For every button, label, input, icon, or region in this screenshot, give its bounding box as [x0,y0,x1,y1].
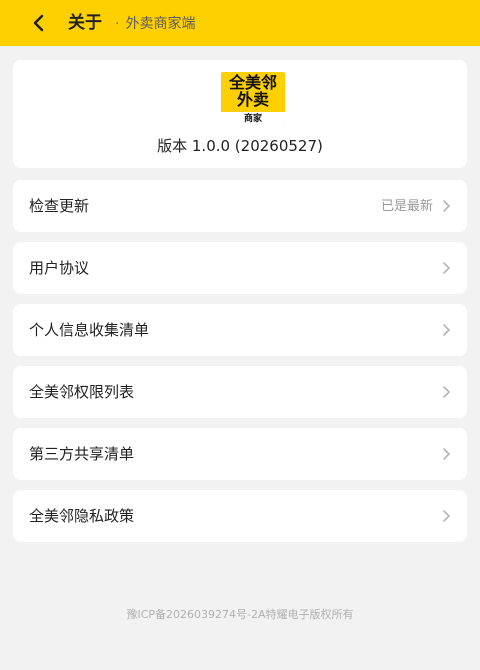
chevron-right-icon [443,386,450,398]
app-logo: 全美邻 外卖 商家 [221,72,285,126]
top-bar: 关于 · 外卖商家端 [0,0,480,46]
list-item-label: 全美邻权限列表 [29,383,135,401]
list-item-label: 个人信息收集清单 [29,321,150,339]
list-item-label: 全美邻隐私政策 [29,507,135,525]
list-item-label: 第三方共享清单 [29,445,135,463]
chevron-right-icon [443,262,450,274]
chevron-right-icon [443,200,450,212]
privacy-policy-item[interactable]: 全美邻隐私政策 [13,490,467,542]
third-party-sharing-item[interactable]: 第三方共享清单 [13,428,467,480]
list-item-label: 检查更新 [29,197,90,215]
personal-info-list-item[interactable]: 个人信息收集清单 [13,304,467,356]
separator-dot: · [115,16,120,32]
about-card: 全美邻 外卖 商家 版本 1.0.0 (20260527) [13,60,467,168]
page-subtitle: · 外卖商家端 [115,13,195,35]
chevron-left-icon [33,14,44,32]
check-update-item[interactable]: 检查更新 已是最新 [13,180,467,232]
subtitle-text: 外卖商家端 [125,16,196,32]
page-title: 关于 [68,13,102,33]
back-button[interactable] [28,12,50,34]
version-text: 版本 1.0.0 (20260527) [157,137,323,155]
list-item-label: 用户协议 [29,259,90,277]
update-status: 已是最新 [380,199,433,214]
permission-list-item[interactable]: 全美邻权限列表 [13,366,467,418]
footer-copyright: 豫ICP备2026039274号-2A特耀电子版权所有 [126,608,354,621]
logo-line2: 外卖 [236,90,269,109]
user-agreement-item[interactable]: 用户协议 [13,242,467,294]
chevron-right-icon [443,510,450,522]
chevron-right-icon [443,324,450,336]
chevron-right-icon [443,448,450,460]
logo-tag: 商家 [221,112,285,126]
